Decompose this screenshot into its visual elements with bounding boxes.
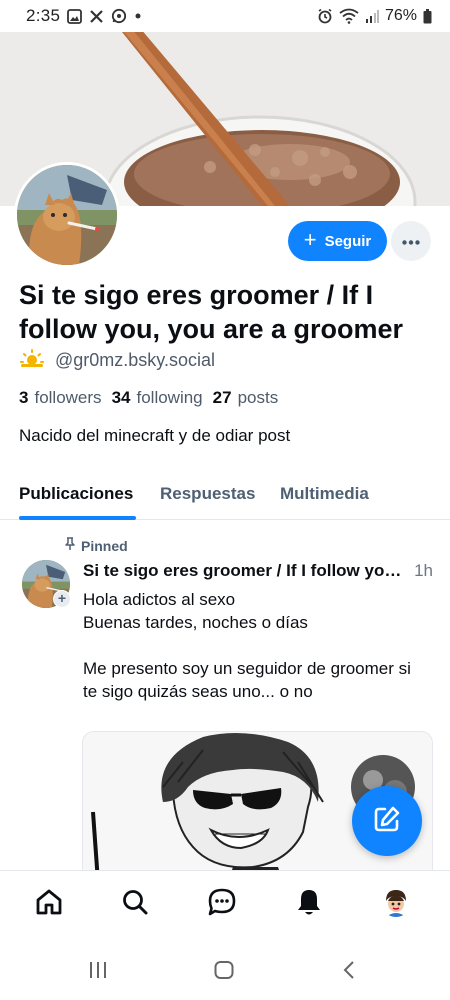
more-horizontal-icon [402, 232, 420, 250]
profile-handle[interactable]: @gr0mz.bsky.social [55, 350, 215, 371]
sun-cloud-icon [19, 348, 45, 373]
post-line: Buenas tardes, noches o días [83, 613, 308, 632]
followers-label: followers [34, 388, 102, 407]
search-icon[interactable] [120, 887, 150, 917]
follow-label: Seguir [324, 232, 372, 250]
compose-icon [372, 804, 402, 839]
dot-icon [134, 12, 142, 20]
recents-icon[interactable] [88, 961, 108, 979]
tab-multimedia[interactable]: Multimedia [280, 484, 369, 504]
x-icon [89, 9, 104, 24]
posts-count: 27 [212, 388, 232, 407]
profile-stats: 3 followers 34 following 27 posts [19, 388, 278, 408]
plus-icon: + [303, 227, 317, 252]
chat-icon[interactable] [207, 887, 237, 917]
pinned-label: Pinned [81, 537, 128, 554]
post-author-name[interactable]: Si te sigo eres groomer / If I follow yo… [83, 561, 406, 581]
whatsapp-icon [111, 8, 127, 24]
tab-respuestas[interactable]: Respuestas [160, 484, 255, 504]
battery-percent: 76% [384, 7, 417, 24]
post-line: Me presento soy un seguidor de groomer s… [83, 659, 411, 701]
following-stat[interactable]: 34 following [112, 388, 203, 408]
active-tab-indicator [19, 516, 136, 520]
system-navigation [0, 940, 450, 1000]
home-button-icon[interactable] [214, 961, 234, 979]
followers-stat[interactable]: 3 followers [19, 388, 102, 408]
bell-icon[interactable] [294, 887, 324, 917]
handle-row: @gr0mz.bsky.social [19, 348, 215, 373]
compose-post-button[interactable] [352, 786, 422, 856]
signal-icon [365, 9, 379, 24]
post-text: Hola adictos al sexo Buenas tardes, noch… [83, 588, 428, 703]
post-timestamp: 1h [414, 561, 433, 580]
status-bar: 2:35 76% [0, 0, 450, 32]
profile-tab-avatar[interactable] [381, 887, 411, 917]
following-label: following [136, 388, 203, 407]
more-options-button[interactable] [391, 221, 431, 261]
followers-count: 3 [19, 388, 29, 407]
profile-avatar[interactable] [14, 162, 120, 268]
tab-publicaciones[interactable]: Publicaciones [19, 484, 133, 504]
posts-stat: 27 posts [213, 388, 279, 408]
pin-icon [64, 537, 76, 554]
following-count: 34 [111, 388, 131, 407]
back-icon[interactable] [341, 961, 357, 979]
profile-bio: Nacido del minecraft y de odiar post [19, 426, 291, 445]
posts-label: posts [237, 388, 279, 407]
alarm-icon [317, 8, 333, 24]
post-line [83, 634, 428, 657]
follow-author-plus-icon[interactable]: + [53, 590, 71, 608]
battery-icon [423, 8, 432, 24]
gallery-icon [67, 8, 83, 24]
profile-tabs: Publicaciones Respuestas Multimedia [0, 470, 450, 520]
bottom-navigation [0, 870, 450, 940]
wifi-icon [339, 8, 359, 24]
follow-button[interactable]: + Seguir [288, 221, 387, 261]
post-line: Hola adictos al sexo [83, 590, 236, 609]
profile-display-name: Si te sigo eres groomer / If I follow yo… [19, 280, 404, 344]
status-time: 2:35 [26, 6, 61, 25]
pinned-indicator: Pinned [64, 537, 128, 554]
home-icon[interactable] [34, 887, 64, 917]
post-header: Si te sigo eres groomer / If I follow yo… [83, 561, 433, 581]
